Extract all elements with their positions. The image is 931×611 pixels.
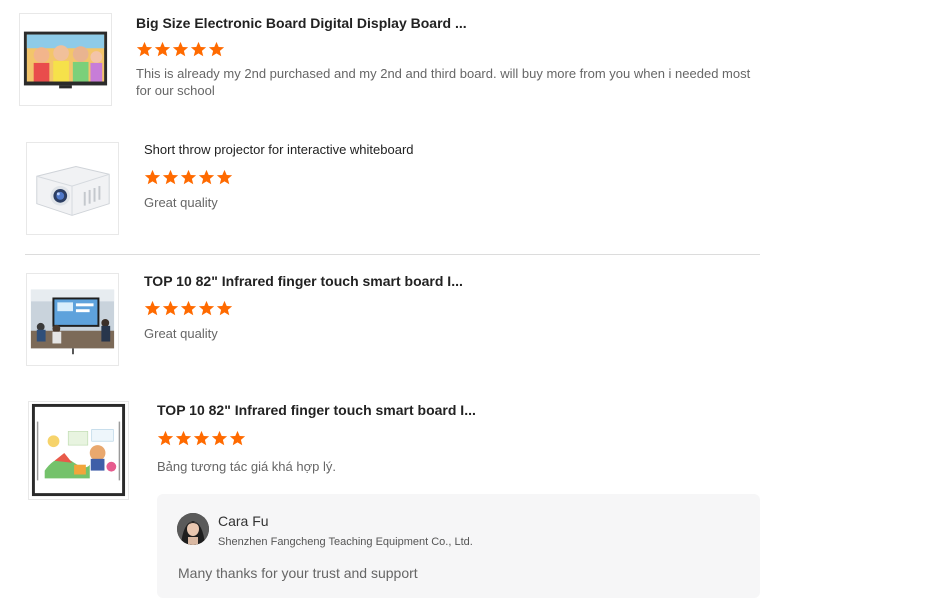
review-text-line: This is already my 2nd purchased and my … bbox=[136, 66, 751, 81]
star-icon bbox=[162, 169, 179, 185]
product-thumbnail[interactable] bbox=[19, 13, 112, 106]
product-title[interactable]: TOP 10 82" Infrared finger touch smart b… bbox=[144, 273, 463, 289]
children-classroom-display-image bbox=[20, 14, 111, 105]
seller-company: Shenzhen Fangcheng Teaching Equipment Co… bbox=[218, 536, 473, 548]
star-icon bbox=[193, 430, 210, 446]
star-rating bbox=[144, 300, 233, 317]
star-icon bbox=[144, 169, 161, 185]
meeting-room-board-image bbox=[27, 274, 118, 365]
avatar-photo bbox=[177, 513, 209, 545]
review-divider bbox=[25, 254, 760, 255]
star-icon bbox=[154, 41, 171, 57]
star-icon bbox=[157, 430, 174, 446]
product-title[interactable]: Short throw projector for interactive wh… bbox=[144, 142, 414, 157]
review-text: Bảng tương tác giá khá hợp lý. bbox=[157, 459, 336, 474]
review-text: Great quality bbox=[144, 326, 218, 341]
star-icon bbox=[172, 41, 189, 57]
product-title[interactable]: Big Size Electronic Board Digital Displa… bbox=[136, 15, 467, 31]
star-icon bbox=[136, 41, 153, 57]
star-icon bbox=[175, 430, 192, 446]
review-text: This is already my 2nd purchased and my … bbox=[136, 65, 750, 99]
product-thumbnail[interactable] bbox=[26, 142, 119, 235]
seller-reply: Cara Fu Shenzhen Fangcheng Teaching Equi… bbox=[157, 494, 760, 598]
seller-name: Cara Fu bbox=[218, 513, 269, 529]
star-icon bbox=[162, 300, 179, 316]
star-rating bbox=[136, 41, 225, 58]
star-icon bbox=[229, 430, 246, 446]
star-icon bbox=[180, 300, 197, 316]
review-text: Great quality bbox=[144, 195, 218, 210]
star-icon bbox=[144, 300, 161, 316]
review-text-line: for our school bbox=[136, 83, 215, 98]
star-rating bbox=[144, 169, 233, 186]
projector-image bbox=[27, 143, 118, 234]
star-icon bbox=[211, 430, 228, 446]
star-icon bbox=[208, 41, 225, 57]
reply-text: Many thanks for your trust and support bbox=[178, 565, 418, 581]
star-rating bbox=[157, 430, 246, 447]
review-item: Short throw projector for interactive wh… bbox=[0, 125, 760, 250]
star-icon bbox=[216, 300, 233, 316]
review-item: TOP 10 82" Infrared finger touch smart b… bbox=[0, 258, 760, 378]
star-icon bbox=[190, 41, 207, 57]
product-thumbnail[interactable] bbox=[26, 273, 119, 366]
star-icon bbox=[216, 169, 233, 185]
whiteboard-illustration-image bbox=[29, 402, 128, 499]
avatar bbox=[177, 513, 209, 545]
review-item: Big Size Electronic Board Digital Displa… bbox=[0, 0, 760, 120]
product-title[interactable]: TOP 10 82" Infrared finger touch smart b… bbox=[157, 402, 476, 418]
star-icon bbox=[180, 169, 197, 185]
product-thumbnail[interactable] bbox=[28, 401, 129, 500]
star-icon bbox=[198, 169, 215, 185]
star-icon bbox=[198, 300, 215, 316]
